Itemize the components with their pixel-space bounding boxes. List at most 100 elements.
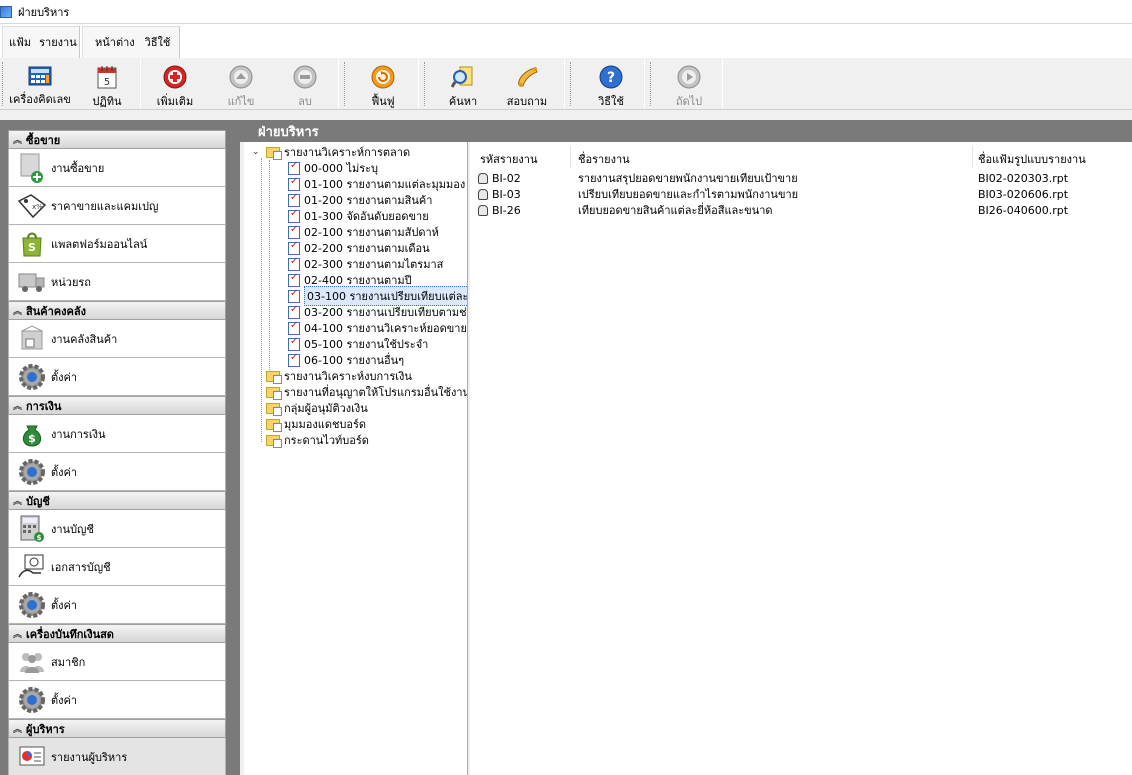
sidebar-item-executive-report[interactable]: รายงานผู้บริหาร	[8, 738, 226, 775]
chart-report-icon	[17, 742, 47, 772]
delete-label: ลบ	[298, 95, 312, 108]
calculator-button[interactable]: เครื่องคิดเลข	[6, 60, 74, 108]
section-header-cash-register[interactable]: ︽ เครื่องบันทึกเงินสด	[8, 624, 226, 643]
report-icon	[288, 208, 300, 223]
menu-help[interactable]: วิธีใช้	[141, 33, 177, 51]
chevron-down-icon[interactable]: ⌄	[252, 147, 262, 157]
sidebar-item-price-campaign[interactable]: x% ราคาขายและแคมเปญ	[8, 187, 226, 225]
report-icon	[288, 320, 300, 335]
tree-node-dashboard-view[interactable]: มุมมองแดชบอร์ด	[266, 416, 366, 432]
tree-node-whiteboard[interactable]: กระดานไวท์บอร์ด	[266, 432, 369, 448]
tree-node-05-100[interactable]: 05-100 รายงานใช้ประจำ	[288, 336, 428, 352]
menu-group-file: แฟ้ม รายงาน	[2, 26, 80, 58]
delete-button[interactable]: ลบ	[282, 60, 328, 108]
help-icon: ?	[599, 65, 623, 89]
toolbar-separator	[140, 58, 141, 108]
help-button[interactable]: ? วิธีใช้	[588, 60, 634, 108]
tree-node-01-200[interactable]: 01-200 รายงานตามสินค้า	[288, 192, 432, 208]
next-button[interactable]: ถัดไป	[666, 60, 712, 108]
accounting-calculator-icon: $	[17, 514, 47, 544]
report-icon	[288, 256, 300, 271]
tree-node-00-000[interactable]: 00-000 ไม่ระบุ	[288, 160, 378, 176]
svg-text:$: $	[37, 534, 42, 542]
report-list: รหัสรายงาน ชื่อรายงาน ชื่อแฟ้มรูปแบบรายง…	[470, 142, 1132, 775]
toolbar-grip	[424, 62, 426, 106]
section-header-accounting[interactable]: ︽ บัญชี	[8, 491, 226, 510]
sidebar-item-accounting-documents[interactable]: เอกสารบัญชี	[8, 548, 226, 586]
table-row[interactable]: BI-26 เทียบยอดขายสินค้าแต่ละยี่ห้อสีและข…	[478, 202, 1068, 218]
tree-node-03-100[interactable]: 03-100 รายงานเปรียบเทียบแต่ละมุ	[288, 286, 467, 306]
price-tag-icon: x%	[17, 191, 47, 221]
sidebar-item-trading-work[interactable]: งานซื้อขาย	[8, 149, 226, 187]
hand-money-icon	[17, 552, 47, 582]
toolbar: เครื่องคิดเลข 5 ปฏิทิน เพิ่มเติม แก้ไข ล…	[0, 58, 1132, 110]
tree-node-financial-analysis[interactable]: รายงานวิเคราะห์งบการเงิน	[266, 368, 412, 384]
tree-node-02-300[interactable]: 02-300 รายงานตามไตรมาส	[288, 256, 443, 272]
delete-icon	[293, 65, 317, 89]
tree-node-credit-approvers[interactable]: กลุ่มผู้อนุมัติวงเงิน	[266, 400, 368, 416]
toolbar-grip	[650, 62, 652, 106]
folder-report-icon	[266, 418, 282, 432]
restore-button[interactable]: ฟื้นฟู	[360, 60, 406, 108]
section-header-trading[interactable]: ︽ ซื้อขาย	[8, 130, 226, 149]
menu-bar: แฟ้ม รายงาน หน้าต่าง วิธีใช้	[0, 24, 1132, 58]
sidebar-item-members[interactable]: สมาชิก	[8, 643, 226, 681]
folder-report-icon	[266, 370, 282, 384]
column-divider[interactable]	[972, 146, 973, 168]
next-icon	[677, 65, 701, 89]
tree-node-01-100[interactable]: 01-100 รายงานตามแต่ละมุมมอง	[288, 176, 465, 192]
search-button[interactable]: ค้นหา	[440, 60, 486, 108]
menu-group-window: หน้าต่าง วิธีใช้	[82, 26, 180, 58]
gear-icon	[17, 457, 47, 487]
column-divider[interactable]	[570, 146, 571, 168]
lock-icon	[478, 172, 488, 184]
report-icon	[288, 336, 300, 351]
phone-icon	[515, 65, 539, 89]
column-header-code[interactable]: รหัสรายงาน	[480, 150, 537, 168]
toolbar-separator	[564, 58, 565, 108]
table-row[interactable]: BI-02 รายงานสรุปยอดขายพนักงานขายเทียบเป้…	[478, 170, 1068, 186]
sidebar-item-vehicle-unit[interactable]: หน่วยรถ	[8, 263, 226, 301]
tree-node-marketing[interactable]: ⌄ รายงานวิเคราะห์การตลาด	[252, 144, 410, 160]
tree-node-01-300[interactable]: 01-300 จัดอันดับยอดขาย	[288, 208, 429, 224]
sidebar-item-finance-settings[interactable]: ตั้งค่า	[8, 453, 226, 491]
tree-node-03-200[interactable]: 03-200 รายงานเปรียบเทียบตามช่วง	[288, 304, 467, 320]
tree-node-06-100[interactable]: 06-100 รายงานอื่นๆ	[288, 352, 404, 368]
toolbar-separator	[418, 58, 419, 108]
sidebar-item-finance-work[interactable]: $ งานการเงิน	[8, 415, 226, 453]
lock-icon	[478, 188, 488, 200]
gear-icon	[17, 590, 47, 620]
calendar-button[interactable]: 5 ปฏิทิน	[86, 60, 128, 108]
menu-report[interactable]: รายงาน	[37, 33, 83, 51]
section-header-executive[interactable]: ︽ ผู้บริหาร	[8, 719, 226, 738]
inquire-button[interactable]: สอบถาม	[504, 60, 550, 108]
tree-node-02-100[interactable]: 02-100 รายงานตามสัปดาห์	[288, 224, 439, 240]
tree-node-allowed-reports[interactable]: รายงานที่อนุญาตให้โปรแกรมอื่นใช้งานร่	[266, 384, 467, 400]
sidebar-item-inventory-settings[interactable]: ตั้งค่า	[8, 358, 226, 396]
tree-node-02-200[interactable]: 02-200 รายงานตามเดือน	[288, 240, 430, 256]
chevron-up-icon: ︽	[13, 725, 23, 735]
sidebar-item-register-settings[interactable]: ตั้งค่า	[8, 681, 226, 719]
sidebar-item-accounting-settings[interactable]: ตั้งค่า	[8, 586, 226, 624]
section-header-inventory[interactable]: ︽ สินค้าคงคลัง	[8, 301, 226, 320]
sidebar-item-online-platform[interactable]: S แพลตฟอร์มออนไลน์	[8, 225, 226, 263]
chevron-up-icon: ︽	[13, 307, 23, 317]
table-row[interactable]: BI-03 เปรียบเทียบยอดขายและกำไรตามพนักงาน…	[478, 186, 1068, 202]
report-tree[interactable]: ⌄ รายงานวิเคราะห์การตลาด 00-000 ไม่ระบุ …	[244, 142, 468, 775]
svg-text:$: $	[28, 432, 36, 445]
column-header-file[interactable]: ชื่อแฟ้มรูปแบบรายงาน	[978, 150, 1086, 168]
warehouse-icon	[17, 324, 47, 354]
add-button[interactable]: เพิ่มเติม	[152, 60, 198, 108]
column-header-name[interactable]: ชื่อรายงาน	[578, 150, 630, 168]
section-header-finance[interactable]: ︽ การเงิน	[8, 396, 226, 415]
restore-icon	[371, 65, 395, 89]
menu-file[interactable]: แฟ้ม	[3, 33, 37, 51]
search-icon	[451, 65, 475, 89]
add-label: เพิ่มเติม	[156, 95, 194, 108]
edit-button[interactable]: แก้ไข	[218, 60, 264, 108]
sidebar-item-warehouse-work[interactable]: งานคลังสินค้า	[8, 320, 226, 358]
menu-window[interactable]: หน้าต่าง	[83, 33, 141, 51]
tree-node-04-100[interactable]: 04-100 รายงานวิเคราะห์ยอดขายแล	[288, 320, 467, 336]
sidebar-item-accounting-work[interactable]: $ งานบัญชี	[8, 510, 226, 548]
shopping-bag-icon: S	[17, 229, 47, 259]
